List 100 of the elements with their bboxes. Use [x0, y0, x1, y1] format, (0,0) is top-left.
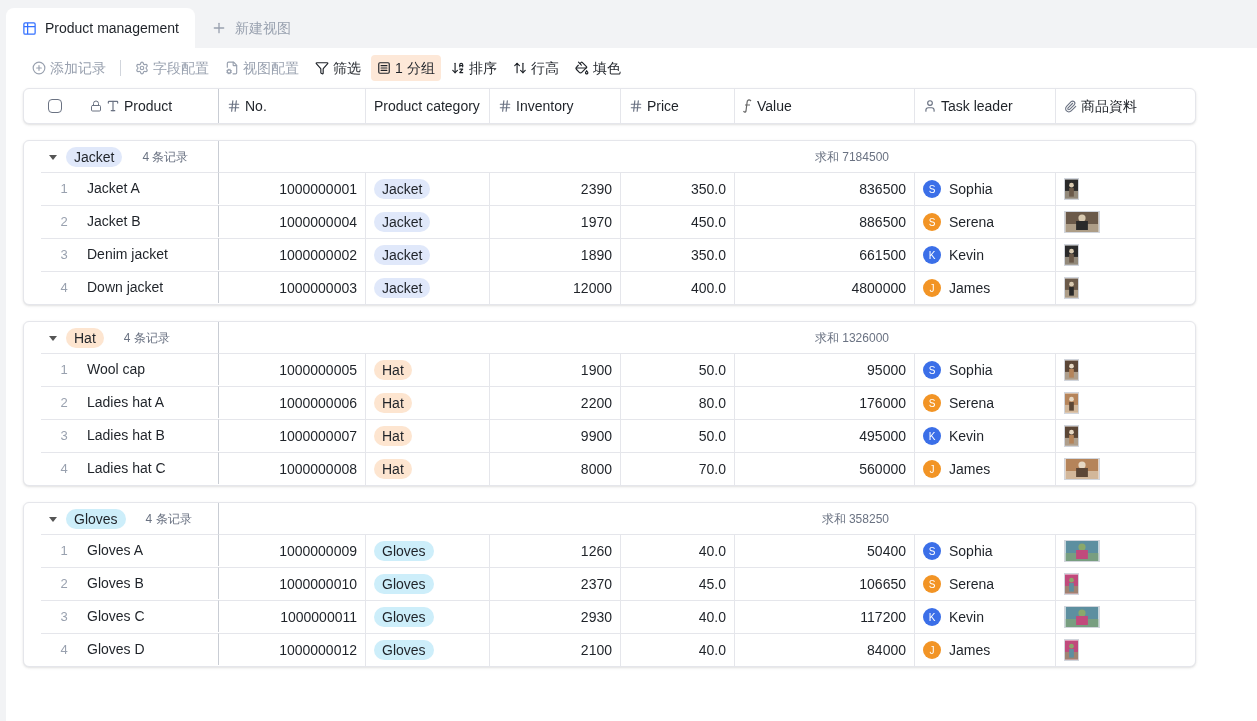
- table-cell-text: 9900: [580, 426, 612, 446]
- table-cell-text: 106650: [859, 574, 906, 594]
- plus-circle-icon: [32, 61, 46, 75]
- sum-label: 求和 358250: [821, 510, 889, 528]
- avatar: S: [923, 361, 941, 379]
- table-cell-text: 1000000001: [279, 179, 357, 199]
- table-cell-text: 1000000008: [279, 459, 357, 479]
- toolbar-button[interactable]: 筛选: [309, 55, 367, 81]
- column-header[interactable]: Task leader: [941, 95, 1013, 117]
- table-cell-text: 1000000003: [279, 278, 357, 298]
- table-cell-text: Ladies hat A: [87, 393, 165, 412]
- row-number: 3: [59, 245, 69, 264]
- table-cell-text: 50.0: [698, 360, 726, 380]
- checkbox[interactable]: [48, 99, 62, 113]
- table-cell-text: Jacket B: [87, 212, 141, 231]
- category-tag: Gloves: [374, 607, 434, 627]
- sort-icon: [450, 61, 465, 75]
- table-cell-text: 661500: [859, 245, 906, 265]
- toolbar-button[interactable]: 行高: [506, 55, 565, 81]
- table-cell-text: Jacket A: [87, 179, 140, 198]
- row-number: 3: [59, 607, 69, 626]
- person-name: Sophia: [949, 179, 993, 199]
- table-cell-text: 450.0: [690, 212, 726, 232]
- sum-label: 求和 1326000: [814, 329, 889, 347]
- avatar: K: [923, 608, 941, 626]
- column-header[interactable]: Price: [647, 95, 679, 117]
- table-cell-text: 2390: [580, 179, 612, 199]
- row-number: 3: [59, 426, 69, 445]
- gear-icon: [135, 61, 149, 75]
- table-cell-text: 1000000005: [279, 360, 357, 380]
- table-cell-text: Gloves A: [87, 541, 144, 560]
- table-cell-text: 176000: [859, 393, 906, 413]
- row-number: 4: [59, 459, 69, 478]
- table-cell-text: 84000: [867, 640, 906, 660]
- filter-icon: [315, 61, 329, 75]
- column-header[interactable]: Product category: [374, 95, 480, 117]
- table-cell-text: 2100: [580, 640, 612, 660]
- row-number: 1: [59, 179, 69, 198]
- toolbar-button[interactable]: 排序: [444, 55, 503, 81]
- table-cell-text: 40.0: [698, 607, 726, 627]
- table-cell-text: Denim jacket: [87, 245, 168, 264]
- category-tag: Gloves: [374, 541, 434, 561]
- person-name: Kevin: [949, 426, 985, 446]
- person-name: Sophia: [949, 541, 993, 561]
- row-height-icon: [512, 61, 527, 75]
- toolbar-button[interactable]: 填色: [568, 55, 627, 81]
- row-number: 1: [59, 360, 69, 379]
- column-header[interactable]: Inventory: [516, 95, 574, 117]
- table-cell-text: 1890: [580, 245, 612, 265]
- person-name: Kevin: [949, 607, 985, 627]
- table-cell-text: 70.0: [698, 459, 726, 479]
- paint-bucket-icon: [574, 61, 589, 75]
- table-cell-text: 8000: [580, 459, 612, 479]
- table-cell-text: 1000000011: [280, 607, 357, 627]
- table-cell-text: Ladies hat C: [87, 459, 166, 478]
- column-header[interactable]: 商品資料: [1081, 95, 1137, 117]
- table-cell-text: 1000000010: [279, 574, 357, 594]
- table-cell-text: Gloves C: [87, 607, 145, 626]
- person-name: James: [949, 459, 991, 479]
- table-cell-text: Down jacket: [87, 278, 164, 297]
- category-tag: Jacket: [374, 245, 431, 265]
- paperclip-icon: [1064, 99, 1077, 113]
- category-tag: Hat: [374, 426, 412, 446]
- table-cell-text: 50400: [867, 541, 906, 561]
- table-cell-text: 1000000012: [279, 640, 357, 660]
- record-count: 4 条记录: [145, 510, 192, 528]
- avatar: K: [923, 427, 941, 445]
- avatar: J: [923, 460, 941, 478]
- person-name: James: [949, 640, 991, 660]
- column-header[interactable]: Value: [757, 95, 792, 117]
- category-tag: Jacket: [374, 212, 431, 232]
- function-icon: [743, 99, 753, 113]
- row-number: 4: [59, 278, 69, 297]
- sum-label: 求和 7184500: [814, 148, 889, 166]
- category-tag: Hat: [374, 360, 412, 380]
- table-cell-text: 45.0: [698, 574, 726, 594]
- table-cell-text: 1970: [580, 212, 612, 232]
- column-header[interactable]: Product: [124, 95, 173, 117]
- row-number: 1: [59, 541, 69, 560]
- avatar: J: [923, 641, 941, 659]
- table-cell-text: Ladies hat B: [87, 426, 165, 445]
- category-tag: Hat: [374, 459, 412, 479]
- column-header[interactable]: No.: [245, 95, 267, 117]
- hash-icon: [629, 99, 643, 113]
- table-cell-text: Gloves D: [87, 640, 145, 659]
- table-cell-text: 95000: [867, 360, 906, 380]
- table-cell-text: 495000: [859, 426, 906, 446]
- table-cell-text: 1260: [580, 541, 612, 561]
- record-count: 4 条记录: [123, 329, 170, 347]
- row-number: 4: [59, 640, 69, 659]
- table-cell-text: 400.0: [690, 278, 726, 298]
- hash-icon: [227, 99, 241, 113]
- avatar: S: [923, 180, 941, 198]
- record-count: 4 条记录: [142, 148, 189, 166]
- view-tab[interactable]: Product management: [6, 8, 195, 48]
- table-cell-text: 836500: [859, 179, 906, 199]
- table-cell-text: 40.0: [698, 640, 726, 660]
- toolbar-button[interactable]: 1 分组: [371, 55, 441, 81]
- lock-icon: [90, 100, 102, 112]
- table-cell-text: 80.0: [698, 393, 726, 413]
